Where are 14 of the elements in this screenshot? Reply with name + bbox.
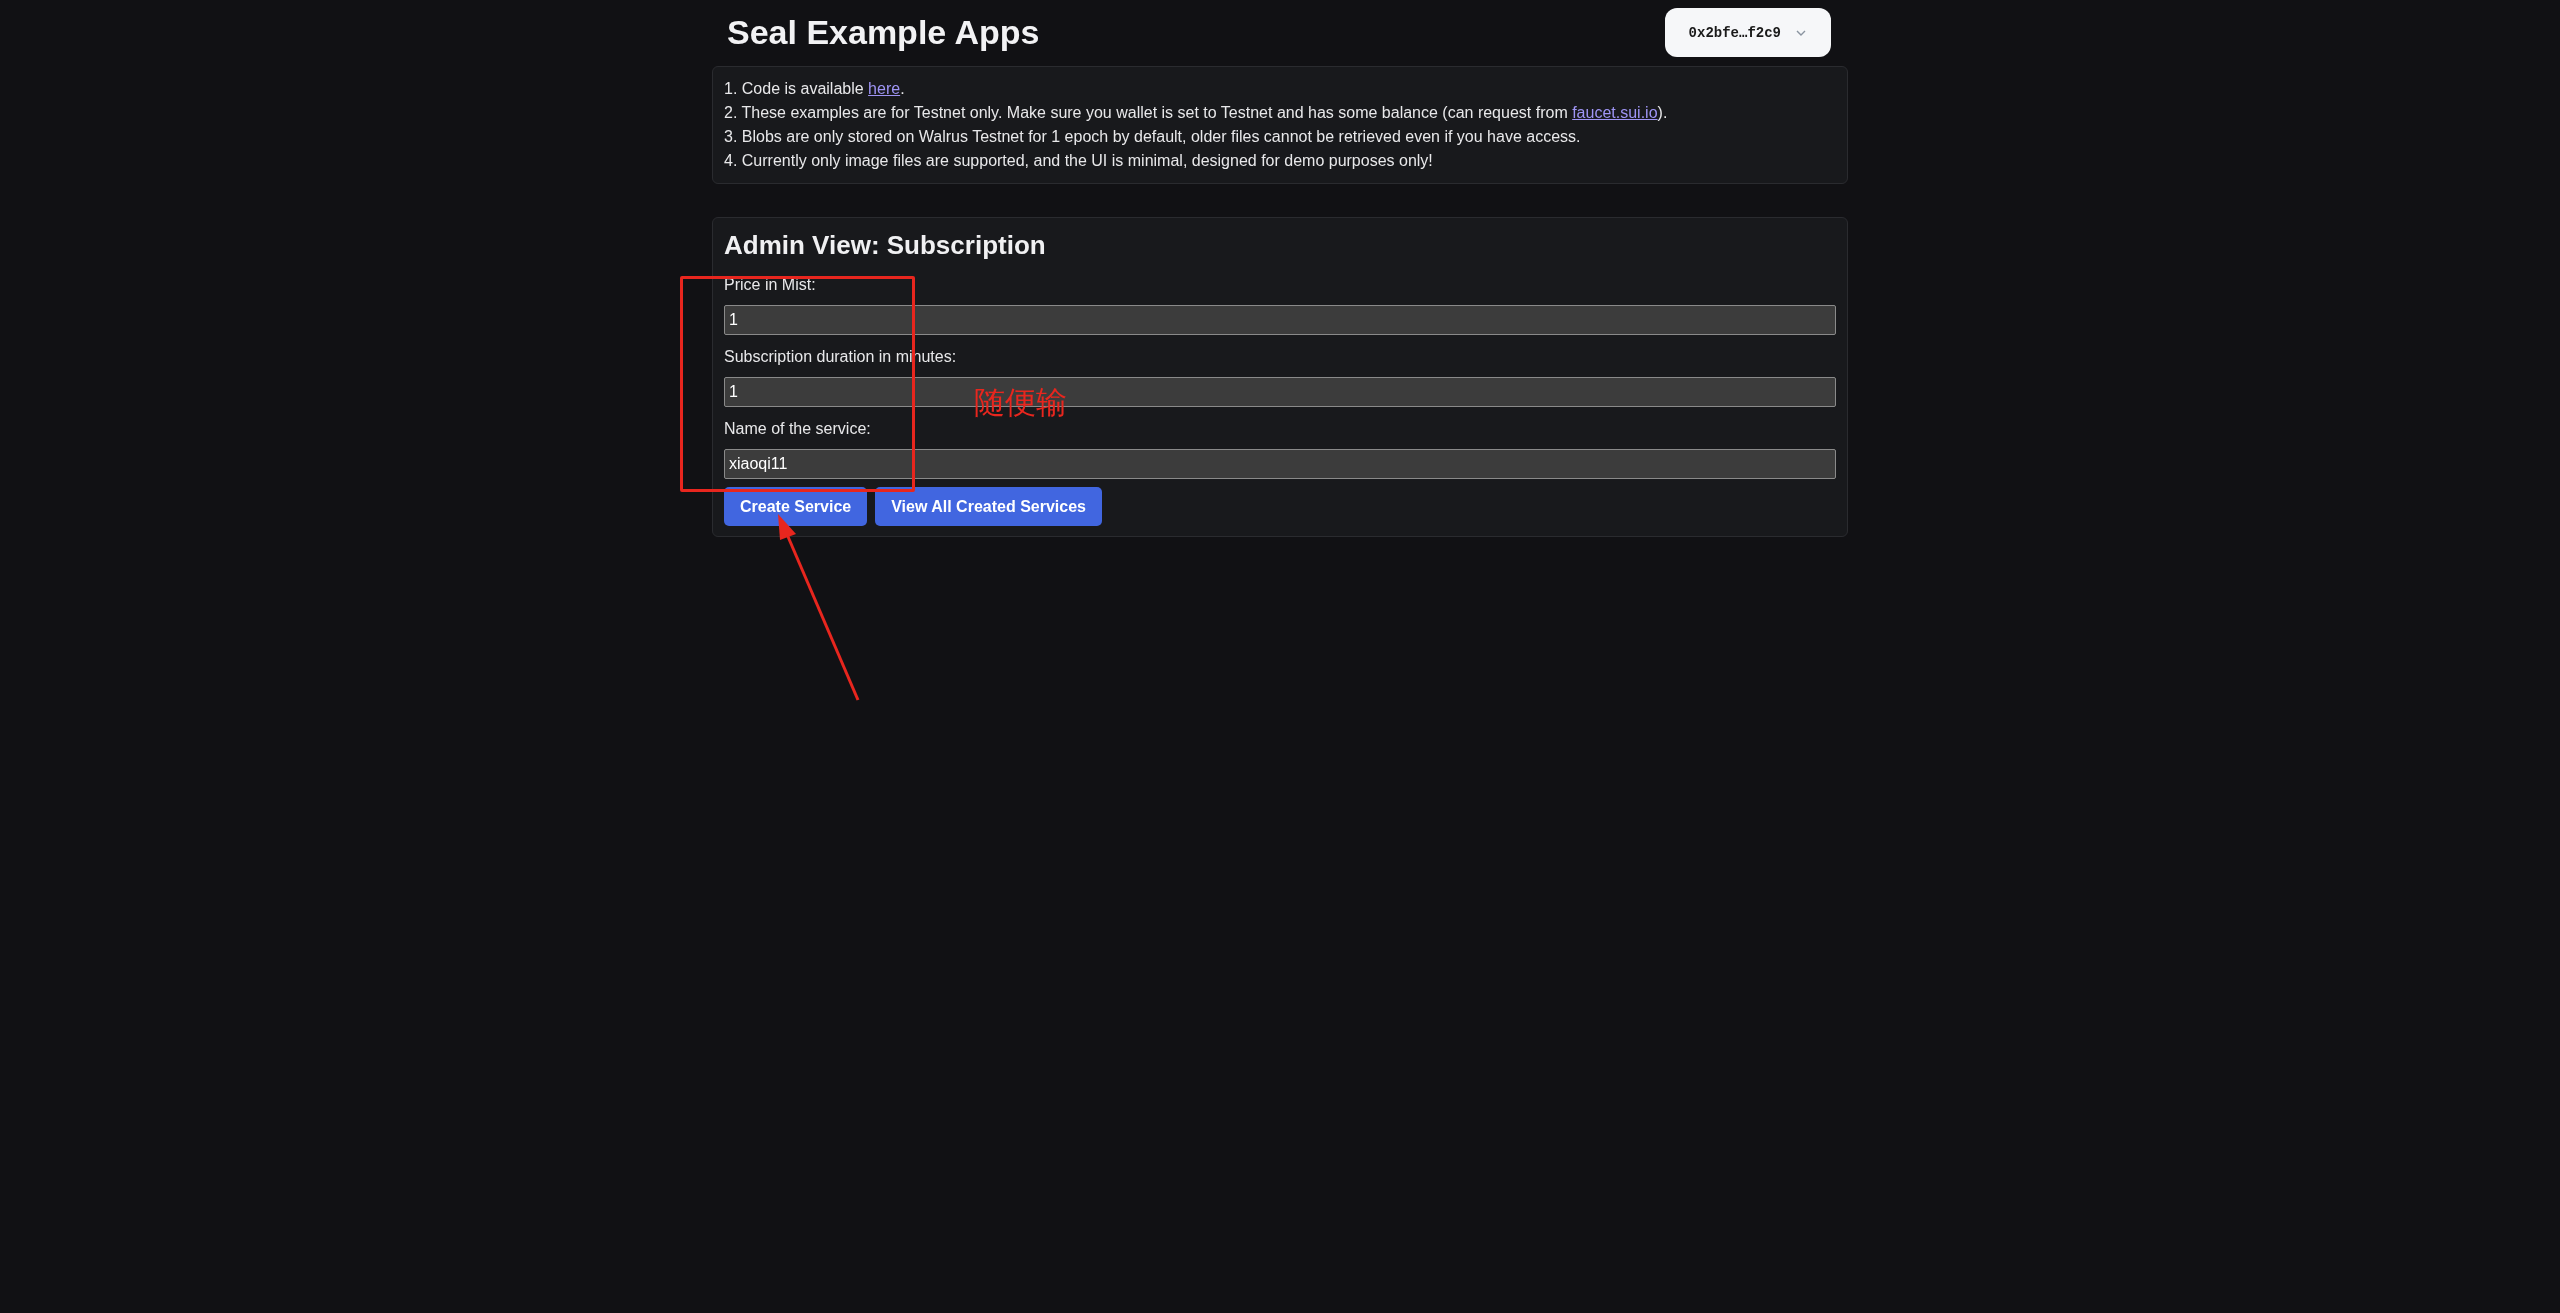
field-label: Name of the service: [724,419,872,439]
form-title: Admin View: Subscription [724,230,1047,261]
wallet-button[interactable]: 0x2bfe…f2c9 [1664,8,1831,57]
info-note: 3. Blobs are only stored on Walrus Testnet for 1 epoch by default, older files cannot be retrieved even if you have access. [724,127,1582,147]
input-field[interactable]: 1 [724,305,1836,335]
info-note: 2. These examples are for Testnet only. Make sure you wallet is set to Testnet and has some balance (can request from faucet.sui.io). [724,103,1669,123]
input-field[interactable]: xiaoqi11 [724,449,1836,479]
action-button[interactable]: View All Created Services [875,487,1102,526]
link[interactable]: faucet.sui.io [1572,104,1658,121]
link[interactable]: here [868,80,901,97]
info-note: 4. Currently only image files are supported, and the UI is minimal, designed for demo purposes only! [724,151,1434,171]
app-title: Seal Example Apps [727,13,1040,52]
info-note: 1. Code is available here. [724,79,906,99]
chevron-down-icon [1795,28,1807,37]
